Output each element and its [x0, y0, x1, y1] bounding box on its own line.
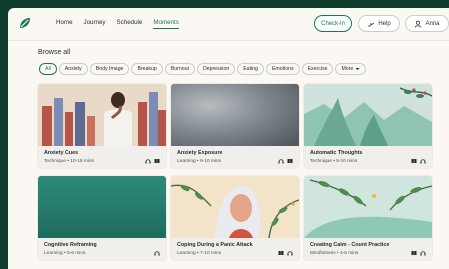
chip-eating[interactable]: Eating — [237, 63, 264, 75]
user-label: Anna — [425, 20, 440, 27]
nav-divider — [8, 40, 449, 41]
card-meta: Technique • 5-10 mins — [310, 159, 358, 164]
nav-home[interactable]: Home — [56, 18, 73, 29]
card-icons — [411, 158, 426, 164]
chip-burnout[interactable]: Burnout — [164, 63, 195, 75]
card-title: Automatic Thoughts — [310, 150, 363, 156]
chip-breakup[interactable]: Breakup — [131, 63, 163, 75]
card-meta: Learning • 7-10 mins — [177, 251, 222, 256]
card-illustration — [38, 176, 166, 238]
category-chips: All Anxiety Body Image Breakup Burnout D… — [39, 63, 366, 75]
card-icons — [411, 250, 426, 256]
card-meta: Learning • 5-6 mins — [44, 251, 86, 256]
book-icon — [411, 251, 417, 255]
card-illustration — [171, 84, 299, 146]
help-button[interactable]: Help — [358, 15, 400, 32]
nav-schedule[interactable]: Schedule — [117, 18, 143, 29]
card-icons — [145, 158, 160, 164]
chip-exercise[interactable]: Exercise — [301, 63, 334, 75]
user-menu-button[interactable]: Anna — [405, 15, 449, 32]
nav-links: Home Journey Schedule Moments — [56, 18, 190, 29]
card-footer: Coping During a Panic Attack Learning • … — [171, 238, 299, 260]
help-hand-icon — [368, 22, 375, 26]
headphones-icon — [278, 159, 284, 164]
card-meta: Technique • 10-15 mins — [44, 159, 94, 164]
headphones-icon — [287, 251, 293, 256]
chip-more[interactable]: More — [335, 63, 366, 75]
chip-emotions[interactable]: Emotions — [265, 63, 300, 75]
headphones-icon — [420, 251, 426, 256]
checkin-label: Check-in — [321, 20, 345, 27]
headphones-icon — [145, 159, 151, 164]
card-meta: Learning • 9-10 mins — [177, 159, 222, 164]
card-footer: Anxiety Cues Technique • 10-15 mins — [38, 146, 166, 168]
card-meta: Mindfulness • 4-5 mins — [310, 251, 359, 256]
app-window: Home Journey Schedule Moments Check-in H… — [8, 8, 449, 269]
user-icon — [415, 20, 422, 28]
book-icon — [154, 159, 160, 163]
book-icon — [287, 159, 293, 163]
card-illustration — [304, 176, 432, 238]
content-card[interactable]: Anxiety Cues Technique • 10-15 mins — [38, 84, 166, 168]
chip-more-label: More — [341, 66, 354, 72]
card-icons — [278, 250, 293, 256]
card-illustration — [304, 84, 432, 146]
content-card[interactable]: Coping During a Panic Attack Learning • … — [171, 176, 299, 260]
leaf-logo-icon[interactable] — [19, 17, 31, 30]
content-card[interactable]: Cognitive Reframing Learning • 5-6 mins — [38, 176, 166, 260]
chevron-down-icon — [355, 68, 360, 70]
book-icon — [411, 159, 417, 163]
card-footer: Cognitive Reframing Learning • 5-6 mins — [38, 238, 166, 260]
card-title: Anxiety Exposure — [177, 150, 223, 156]
content-card[interactable]: Creating Calm - Count Practice Mindfulne… — [304, 176, 432, 260]
browse-title: Browse all — [38, 49, 71, 56]
content-card[interactable]: Automatic Thoughts Technique • 5-10 mins — [304, 84, 432, 168]
card-footer: Creating Calm - Count Practice Mindfulne… — [304, 238, 432, 260]
card-title: Creating Calm - Count Practice — [310, 242, 390, 248]
content-card[interactable]: Anxiety Exposure Learning • 9-10 mins — [171, 84, 299, 168]
chip-depression[interactable]: Depression — [196, 63, 236, 75]
chip-body-image[interactable]: Body Image — [89, 63, 130, 75]
chip-anxiety[interactable]: Anxiety — [58, 63, 88, 75]
card-title: Cognitive Reframing — [44, 242, 97, 248]
card-illustration — [171, 176, 299, 238]
card-footer: Anxiety Exposure Learning • 9-10 mins — [171, 146, 299, 168]
card-icons — [154, 250, 160, 256]
card-illustration — [38, 84, 166, 146]
nav-journey[interactable]: Journey — [84, 18, 106, 29]
card-title: Anxiety Cues — [44, 150, 79, 156]
top-nav: Home Journey Schedule Moments Check-in H… — [8, 8, 449, 40]
card-footer: Automatic Thoughts Technique • 5-10 mins — [304, 146, 432, 168]
checkin-button[interactable]: Check-in — [314, 15, 352, 32]
nav-moments[interactable]: Moments — [153, 18, 179, 29]
headphones-icon — [420, 159, 426, 164]
help-label: Help — [378, 20, 391, 27]
headphones-icon — [154, 251, 160, 256]
chip-all[interactable]: All — [39, 63, 57, 75]
card-icons — [278, 158, 293, 164]
card-title: Coping During a Panic Attack — [177, 242, 253, 248]
book-icon — [278, 251, 284, 255]
